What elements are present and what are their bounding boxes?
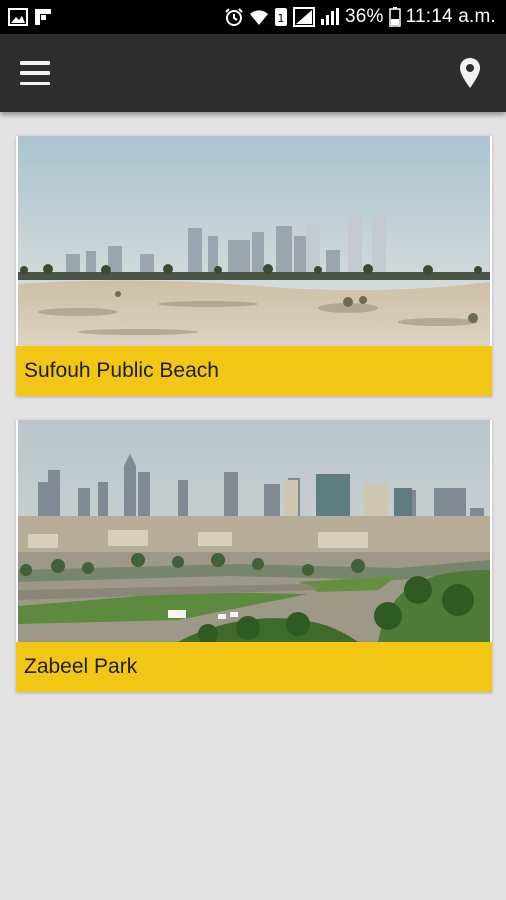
notification-icons: [8, 8, 52, 26]
battery-icon: [388, 7, 401, 27]
system-status: 1 36% 11:14 a.m.: [224, 6, 496, 28]
location-title: Sufouh Public Beach: [16, 346, 492, 396]
location-card[interactable]: Zabeel Park: [16, 420, 492, 692]
alarm-icon: [224, 7, 244, 27]
image-icon: [8, 8, 28, 26]
battery-percent: 36%: [344, 6, 384, 27]
wifi-icon: [249, 8, 269, 26]
app-bar: [0, 34, 506, 112]
flipboard-icon: [34, 8, 52, 26]
signal-icon: [292, 7, 315, 27]
signal-icon: [320, 7, 340, 27]
location-pin-icon[interactable]: [456, 56, 484, 90]
desert-skyline-photo: [18, 136, 490, 346]
hamburger-menu-icon[interactable]: [20, 61, 50, 85]
clock: 11:14 a.m.: [405, 6, 496, 27]
data-icon: 1: [274, 7, 288, 27]
location-list: Sufouh Public Beach Zabeel Park: [16, 134, 492, 716]
location-card[interactable]: Sufouh Public Beach: [16, 136, 492, 396]
park-skyline-photo: [18, 420, 490, 642]
location-title: Zabeel Park: [16, 642, 492, 692]
status-bar: 1 36% 11:14 a.m.: [0, 0, 506, 34]
svg-text:1: 1: [277, 12, 284, 25]
